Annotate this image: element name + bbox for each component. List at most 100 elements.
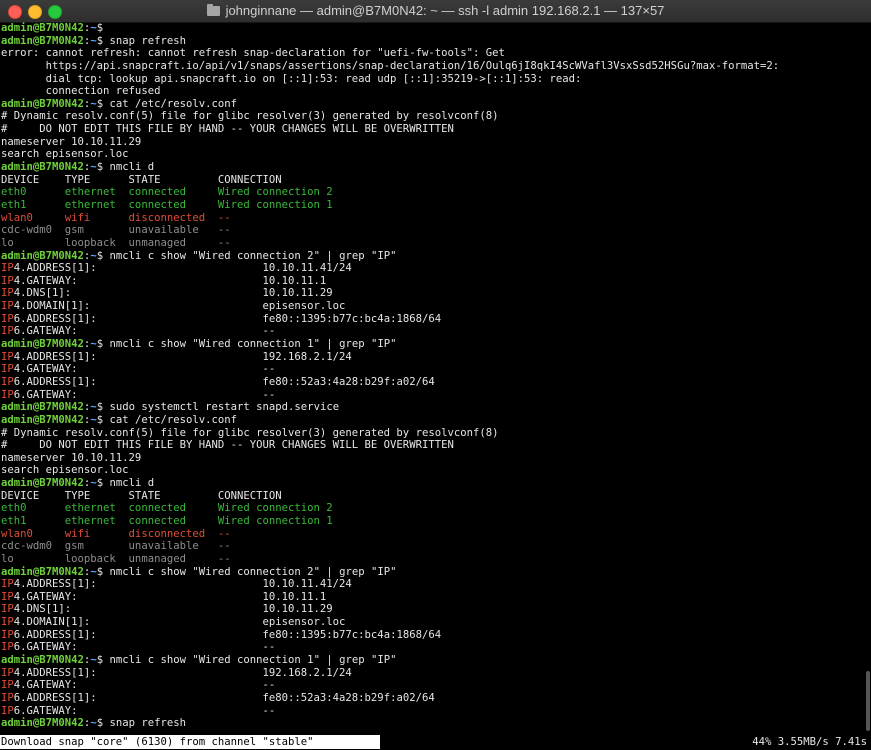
ip-field-value: 6.ADDRESS[1]: fe80::52a3:4a28:b29f:a02/6… — [13, 375, 435, 388]
output-line: # Dynamic resolv.conf(5) file for glibc … — [1, 110, 499, 123]
prompt-sign: $ — [96, 22, 110, 34]
ip-field-value: 4.DOMAIN[1]: episensor.loc — [13, 616, 346, 629]
ip-field-value: 4.DOMAIN[1]: episensor.loc — [13, 300, 346, 313]
grep-match: IP — [1, 603, 14, 616]
output-line: wlan0 wifi disconnected -- — [1, 211, 231, 224]
terminal-scrollbar[interactable] — [865, 23, 871, 733]
terminal-output[interactable]: admin@B7M0N42:~$ admin@B7M0N42:~$ snap r… — [0, 22, 865, 734]
output-line: error: cannot refresh: cannot refresh sn… — [1, 47, 505, 60]
ip-field-value: 4.GATEWAY: 10.10.11.1 — [13, 590, 327, 603]
output-line: eth1 ethernet connected Wired connection… — [1, 198, 333, 211]
prompt-user: admin@B7M0N42 — [1, 161, 84, 174]
output-line: search episensor.loc — [1, 148, 129, 161]
ip-output-line: IP6.ADDRESS[1]: fe80::1395:b77c:bc4a:186… — [1, 313, 865, 326]
prompt-user: admin@B7M0N42 — [1, 477, 84, 490]
ip-output-line: IP4.ADDRESS[1]: 10.10.11.41/24 — [1, 578, 865, 591]
prompt-user: admin@B7M0N42 — [1, 338, 84, 351]
ip-output-line: IP6.GATEWAY: -- — [1, 325, 865, 338]
ip-output-line: IP4.DNS[1]: 10.10.11.29 — [1, 287, 865, 300]
output-line: cdc-wdm0 gsm unavailable -- — [1, 540, 231, 553]
ip-output-line: IP4.GATEWAY: -- — [1, 363, 865, 376]
prompt-user: admin@B7M0N42 — [1, 22, 84, 34]
prompt-line: admin@B7M0N42:~$ nmcli d — [1, 477, 865, 490]
prompt-sign: $ — [96, 401, 110, 414]
command-text: snap refresh — [109, 717, 187, 730]
grep-match: IP — [1, 363, 14, 376]
ip-field-value: 4.GATEWAY: 10.10.11.1 — [13, 274, 327, 287]
prompt-line: admin@B7M0N42:~$ snap refresh — [1, 35, 865, 48]
prompt-sign: $ — [96, 654, 110, 667]
window-titlebar[interactable]: johnginnane — admin@B7M0N42: ~ — ssh -l … — [0, 0, 871, 23]
ip-output-line: IP6.ADDRESS[1]: fe80::1395:b77c:bc4a:186… — [1, 629, 865, 642]
ip-output-line: IP6.ADDRESS[1]: fe80::52a3:4a28:b29f:a02… — [1, 692, 865, 705]
command-text: cat /etc/resolv.conf — [109, 413, 238, 426]
output-line: nameserver 10.10.11.29 — [1, 135, 142, 148]
ip-field-value: 4.ADDRESS[1]: 192.168.2.1/24 — [13, 350, 352, 363]
output-line: DEVICE TYPE STATE CONNECTION — [1, 489, 282, 502]
output-line: eth1 ethernet connected Wired connection… — [1, 514, 333, 527]
ip-output-line: IP6.GATEWAY: -- — [1, 705, 865, 718]
prompt-line: admin@B7M0N42:~$ nmcli c show "Wired con… — [1, 654, 865, 667]
grep-match: IP — [1, 287, 14, 300]
grep-match: IP — [1, 312, 14, 325]
prompt-line: admin@B7M0N42:~$ nmcli c show "Wired con… — [1, 338, 865, 351]
prompt-sign: $ — [96, 338, 110, 351]
output-line: # Dynamic resolv.conf(5) file for glibc … — [1, 426, 499, 439]
prompt-line: admin@B7M0N42:~$ sudo systemctl restart … — [1, 401, 865, 414]
prompt-sign: $ — [96, 477, 110, 490]
prompt-line: admin@B7M0N42:~$ cat /etc/resolv.conf — [1, 414, 865, 427]
command-text: sudo systemctl restart snapd.service — [109, 401, 340, 414]
grep-match: IP — [1, 666, 14, 679]
download-status-bar: Download snap "core" (6130) from channel… — [0, 734, 871, 750]
ip-output-line: IP4.GATEWAY: 10.10.11.1 — [1, 591, 865, 604]
ip-output-line: IP6.GATEWAY: -- — [1, 389, 865, 402]
ip-output-line: IP4.GATEWAY: 10.10.11.1 — [1, 275, 865, 288]
output-line: search episensor.loc — [1, 464, 129, 477]
command-text: nmcli d — [109, 161, 155, 174]
grep-match: IP — [1, 641, 14, 654]
ip-field-value: 6.GATEWAY: -- — [13, 641, 276, 654]
prompt-user: admin@B7M0N42 — [1, 34, 84, 47]
prompt-line: admin@B7M0N42:~$ nmcli d — [1, 161, 865, 174]
command-text: snap refresh — [109, 34, 187, 47]
prompt-user: admin@B7M0N42 — [1, 717, 84, 730]
prompt-sign: $ — [96, 413, 110, 426]
ip-field-value: 6.GATEWAY: -- — [13, 704, 276, 717]
ip-field-value: 6.GATEWAY: -- — [13, 325, 276, 338]
grep-match: IP — [1, 375, 14, 388]
ip-field-value: 4.ADDRESS[1]: 10.10.11.41/24 — [13, 578, 352, 591]
ip-field-value: 4.DNS[1]: 10.10.11.29 — [13, 287, 333, 300]
output-line: lo loopback unmanaged -- — [1, 552, 231, 565]
prompt-user: admin@B7M0N42 — [1, 565, 84, 578]
ip-field-value: 6.ADDRESS[1]: fe80::52a3:4a28:b29f:a02/6… — [13, 691, 435, 704]
prompt-line: admin@B7M0N42:~$ nmcli c show "Wired con… — [1, 566, 865, 579]
ip-field-value: 6.GATEWAY: -- — [13, 388, 276, 401]
prompt-user: admin@B7M0N42 — [1, 413, 84, 426]
download-status-text: Download snap "core" (6130) from channel… — [0, 735, 380, 749]
ip-output-line: IP4.DOMAIN[1]: episensor.loc — [1, 616, 865, 629]
ip-output-line: IP4.ADDRESS[1]: 10.10.11.41/24 — [1, 262, 865, 275]
prompt-line: admin@B7M0N42:~$ snap refresh — [1, 717, 865, 730]
prompt-line: admin@B7M0N42:~$ cat /etc/resolv.conf — [1, 98, 865, 111]
grep-match: IP — [1, 679, 14, 692]
grep-match: IP — [1, 262, 14, 275]
output-line: cdc-wdm0 gsm unavailable -- — [1, 224, 231, 237]
grep-match: IP — [1, 350, 14, 363]
prompt-user: admin@B7M0N42 — [1, 249, 84, 262]
output-line: eth0 ethernet connected Wired connection… — [1, 502, 333, 515]
ip-field-value: 4.GATEWAY: -- — [13, 679, 276, 692]
grep-match: IP — [1, 274, 14, 287]
ip-output-line: IP4.ADDRESS[1]: 192.168.2.1/24 — [1, 351, 865, 364]
prompt-sign: $ — [96, 161, 110, 174]
scrollbar-thumb[interactable] — [866, 671, 870, 731]
grep-match: IP — [1, 590, 14, 603]
command-text: cat /etc/resolv.conf — [109, 97, 238, 110]
output-line: # DO NOT EDIT THIS FILE BY HAND -- YOUR … — [1, 439, 454, 452]
grep-match: IP — [1, 578, 14, 591]
ip-field-value: 6.ADDRESS[1]: fe80::1395:b77c:bc4a:1868/… — [13, 628, 442, 641]
grep-match: IP — [1, 691, 14, 704]
grep-match: IP — [1, 704, 14, 717]
output-line: wlan0 wifi disconnected -- — [1, 527, 231, 540]
window-title-group: johnginnane — admin@B7M0N42: ~ — ssh -l … — [0, 3, 871, 19]
ip-output-line: IP6.GATEWAY: -- — [1, 641, 865, 654]
